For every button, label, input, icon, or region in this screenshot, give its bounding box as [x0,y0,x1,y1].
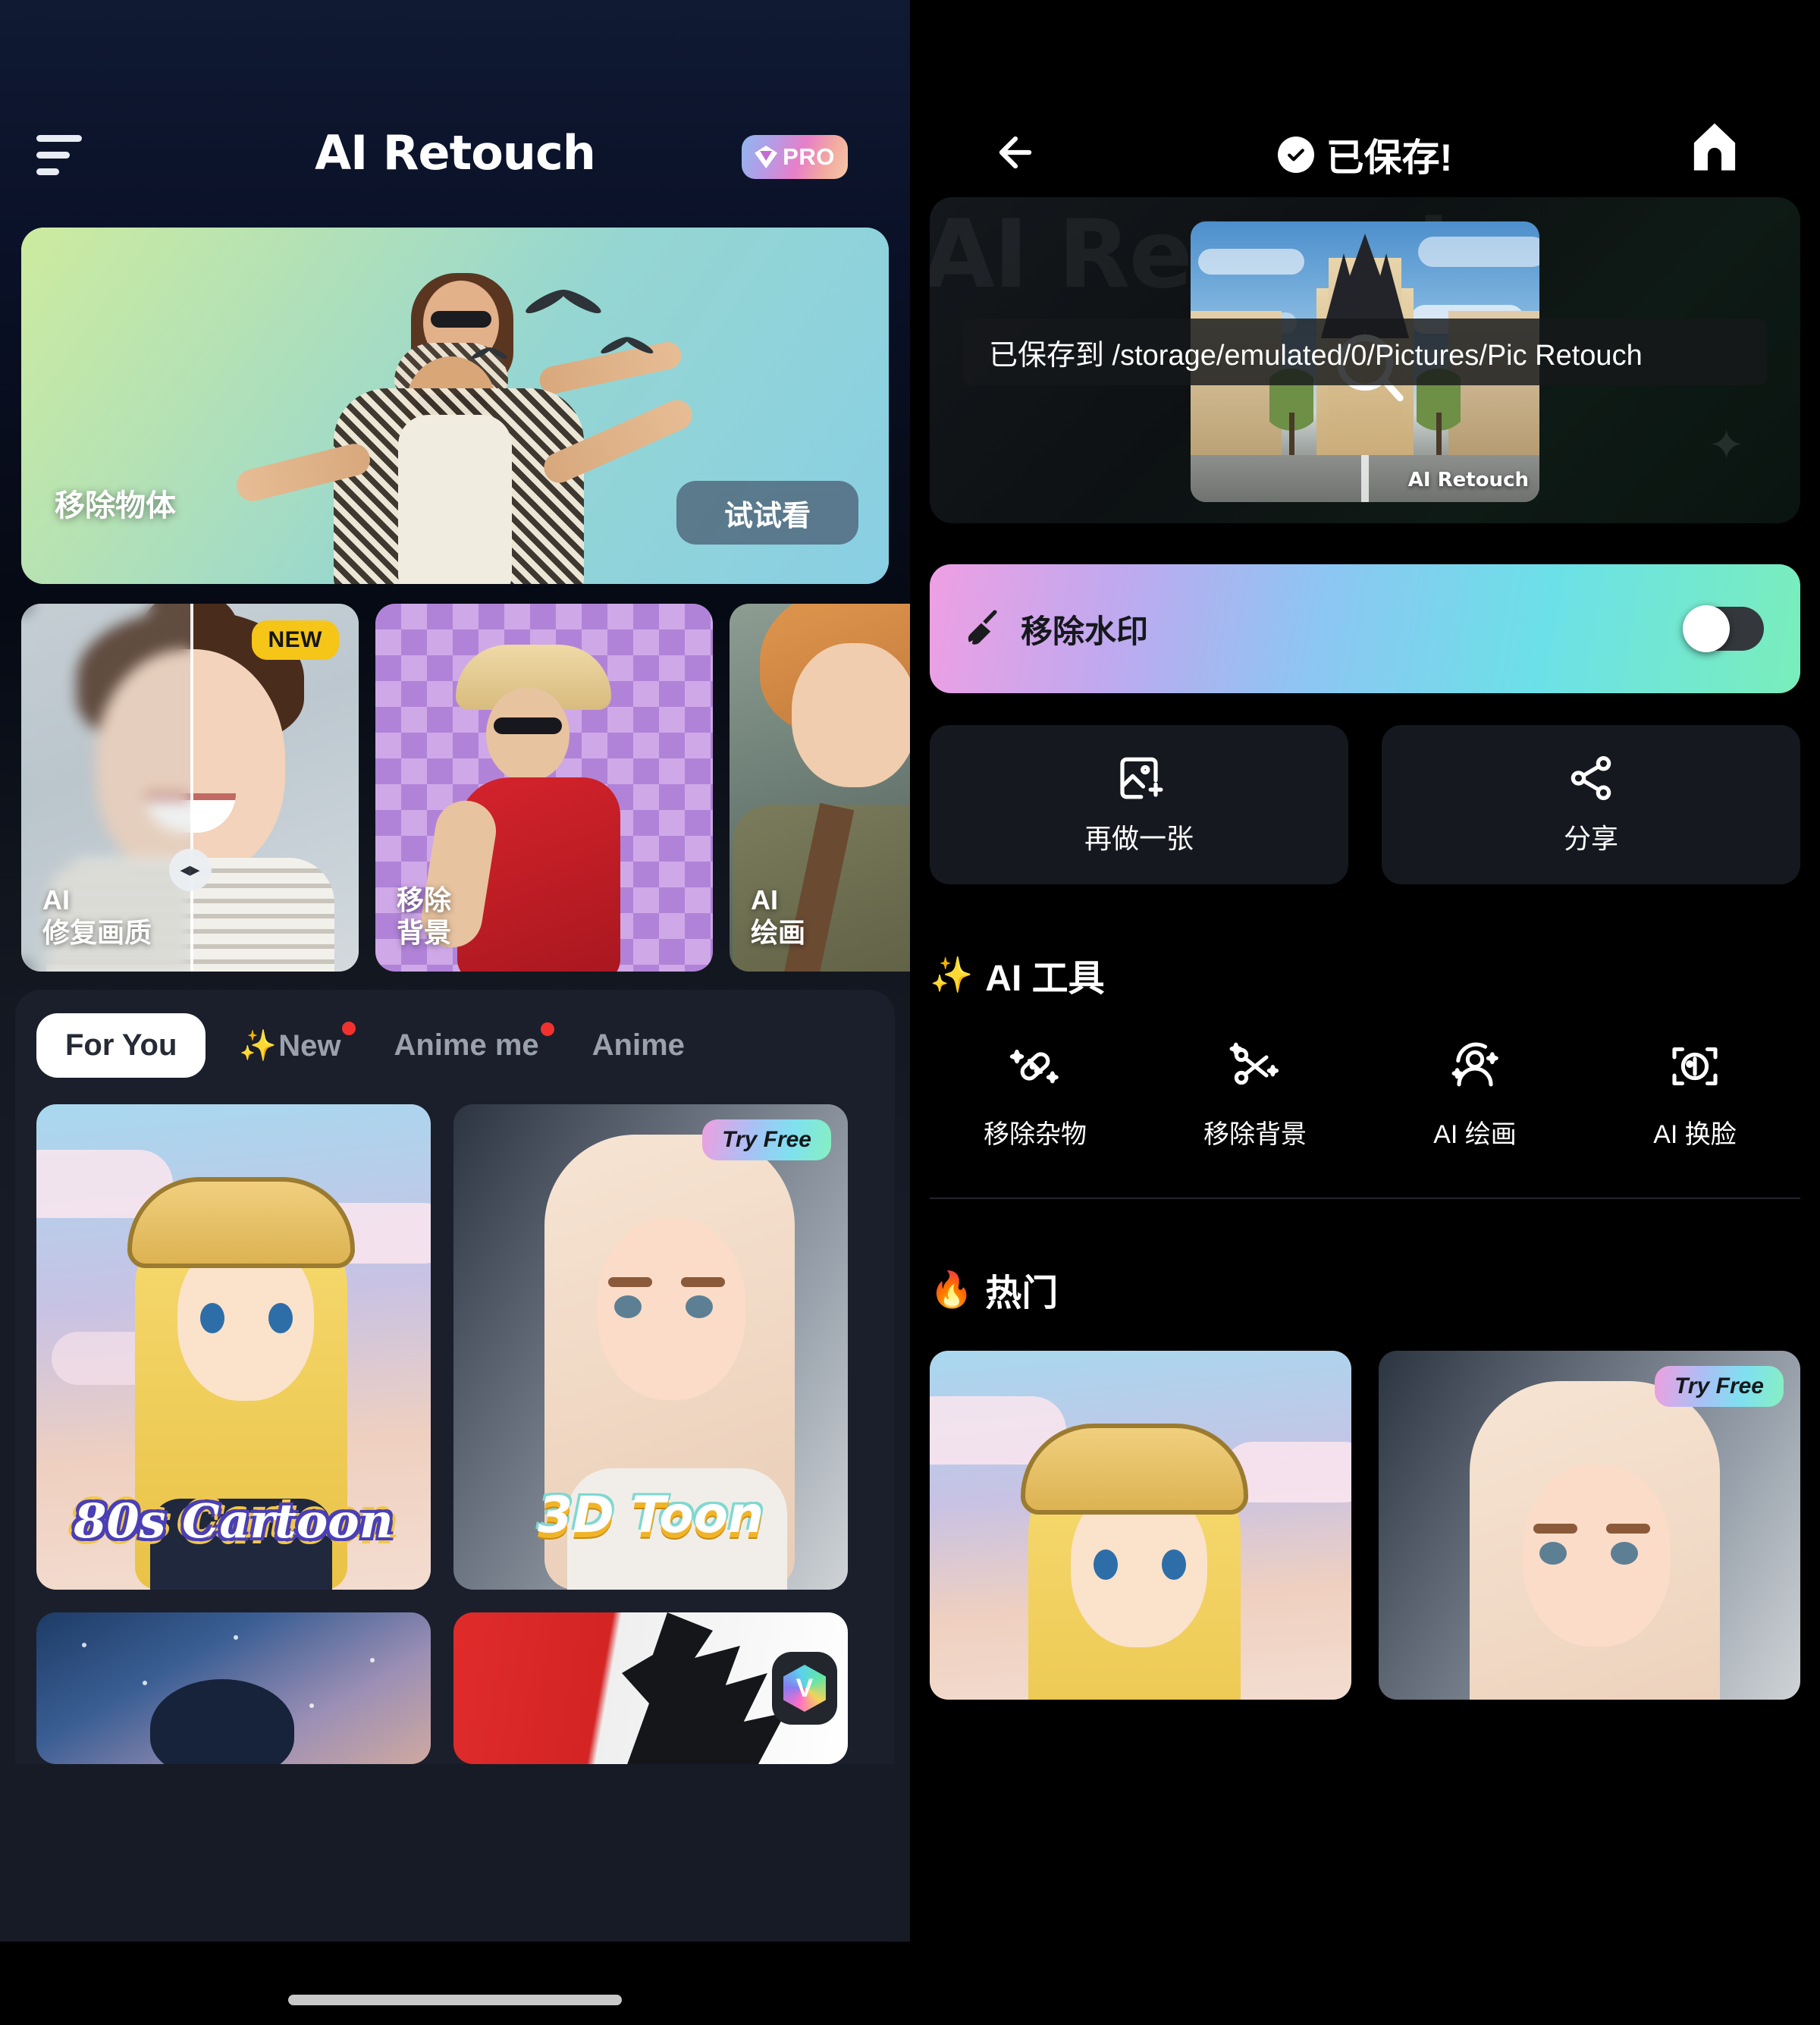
feature-card-title: 移除 背景 [397,884,451,949]
hot-card-grid: Try Free [930,1351,1800,1700]
notification-dot [342,1022,356,1035]
save-path-toast: 已保存到 /storage/emulated/0/Pictures/Pic Re… [963,319,1767,385]
new-badge: NEW [251,620,339,660]
saved-status: 已保存! [910,127,1820,182]
pro-badge-label: PRO [783,143,835,170]
style-card-80s-cartoon[interactable]: 80s Cartoon [36,1104,431,1590]
pro-badge[interactable]: PRO [742,135,848,179]
right-header: 已保存! [910,0,1820,197]
sparkle-icon: ✨ [239,1029,278,1063]
bandage-sparkle-icon [1008,1039,1062,1094]
image-plus-icon [1114,753,1164,803]
tab-anime-me[interactable]: Anime me [374,1013,558,1078]
remove-watermark-label: 移除水印 [1021,613,1149,649]
try-free-badge[interactable]: Try Free [702,1119,831,1160]
tab-anime[interactable]: Anime [573,1013,704,1078]
hot-card-3d-toon[interactable]: Try Free [1379,1351,1800,1700]
tab-new-label: New [278,1029,341,1063]
share-icon [1566,753,1616,803]
remove-watermark-toggle[interactable] [1683,605,1764,652]
ai-tools-title: AI 工具 [985,959,1105,999]
style-card-title: 3D Toon [538,1486,764,1544]
tool-ai-art[interactable]: AI 绘画 [1365,1039,1585,1151]
tab-new[interactable]: ✨New [219,1012,360,1078]
broom-icon [963,607,1004,651]
result-preview-card[interactable]: AI Retouch ✦ AI Retouch [930,197,1800,523]
style-card-partial-2[interactable] [453,1612,848,1764]
v-app-badge-icon [772,1652,837,1725]
tool-remove-objects[interactable]: 移除杂物 [925,1039,1145,1151]
hero-try-button[interactable]: 试试看 [676,481,858,545]
tab-bar: For You ✨New Anime me Anime [36,1012,874,1078]
make-another-label: 再做一张 [1084,823,1194,854]
face-scan-icon [1668,1039,1722,1094]
sparkle-decoration-icon: ✦ [1709,421,1744,469]
feature-card-ai-art[interactable]: AI 绘画 [730,604,910,972]
feature-card-row: ◂▸ NEW AI 修复画质 移除 背景 AI 绘画 [21,604,910,972]
home-indicator[interactable] [288,1995,622,2005]
feature-title-line2: 背景 [397,916,452,948]
feature-title-line1: AI [42,884,70,916]
fire-icon: 🔥 [930,1269,974,1309]
tool-label: AI 换脸 [1653,1120,1737,1149]
hero-label: 移除物体 [55,489,176,523]
style-card-title: 80s Cartoon [74,1493,394,1549]
scissors-sparkle-icon [1228,1039,1282,1094]
section-divider [930,1198,1800,1199]
feature-card-enhance[interactable]: ◂▸ NEW AI 修复画质 [21,604,359,972]
feature-title-line1: 移除 [397,884,452,916]
hot-card-cartoon[interactable] [930,1351,1351,1700]
style-card-3d-toon[interactable]: Try Free 3D Toon [453,1104,848,1590]
tool-ai-face-swap[interactable]: AI 换脸 [1585,1039,1805,1151]
feature-card-remove-background[interactable]: 移除 背景 [375,604,713,972]
notification-dot [540,1022,554,1036]
left-header: AI Retouch PRO [0,0,910,228]
person-sparkle-icon [1448,1039,1502,1094]
before-after-divider [190,604,193,972]
check-circle-icon [1277,137,1314,173]
tab-for-you[interactable]: For You [36,1013,206,1078]
hero-card-remove-object[interactable]: 移除物体 试试看 [21,228,889,584]
hero-photo-couple [233,267,698,584]
feature-card-title: AI 绘画 [751,884,805,949]
style-grid-row2 [36,1612,874,1764]
discover-section: For You ✨New Anime me Anime 80s Cartoon … [15,990,895,1764]
sparkle-icon: ✨ [930,954,974,994]
make-another-button[interactable]: 再做一张 [930,725,1348,884]
style-grid: 80s Cartoon Try Free 3D Toon [36,1104,874,1590]
hot-heading: 🔥 热门 [930,1263,1800,1316]
share-label: 分享 [1563,823,1618,854]
style-card-partial-1[interactable] [36,1612,431,1764]
tool-label: AI 绘画 [1433,1120,1517,1149]
left-bottom-bar [0,1942,910,2025]
diamond-icon [755,146,778,168]
feature-title-line2: 修复画质 [42,916,152,948]
try-free-badge[interactable]: Try Free [1655,1366,1784,1407]
ai-tools-heading: ✨ AI 工具 [930,948,1800,1001]
feature-title-line2: 绘画 [751,916,806,948]
saved-title-text: 已保存! [1326,137,1453,179]
feature-card-title: AI 修复画质 [42,884,152,949]
home-icon[interactable] [1691,121,1738,171]
home-screen-panel: AI Retouch PRO 移除物体 试试看 ◂▸ NEW AI 修复画质 移… [0,0,910,2025]
share-button[interactable]: 分享 [1382,725,1800,884]
photo-watermark: AI Retouch [1407,469,1529,491]
before-after-slider-handle[interactable]: ◂▸ [168,848,212,891]
action-button-row: 再做一张 分享 [930,725,1800,884]
tool-label: 移除杂物 [984,1120,1087,1149]
remove-watermark-bar[interactable]: 移除水印 [930,564,1800,693]
tool-remove-background[interactable]: 移除背景 [1145,1039,1365,1151]
result-screen-panel: 已保存! AI Retouch ✦ [910,0,1820,2025]
hot-title: 热门 [985,1273,1059,1314]
tool-label: 移除背景 [1203,1120,1307,1149]
feature-title-line1: AI [751,884,778,916]
dual-panel-screenshot: AI Retouch PRO 移除物体 试试看 ◂▸ NEW AI 修复画质 移… [0,0,1820,2025]
ai-tools-row: 移除杂物 移除背景 AI 绘画 AI 换脸 [925,1039,1805,1151]
tab-anime-me-label: Anime me [394,1028,539,1062]
